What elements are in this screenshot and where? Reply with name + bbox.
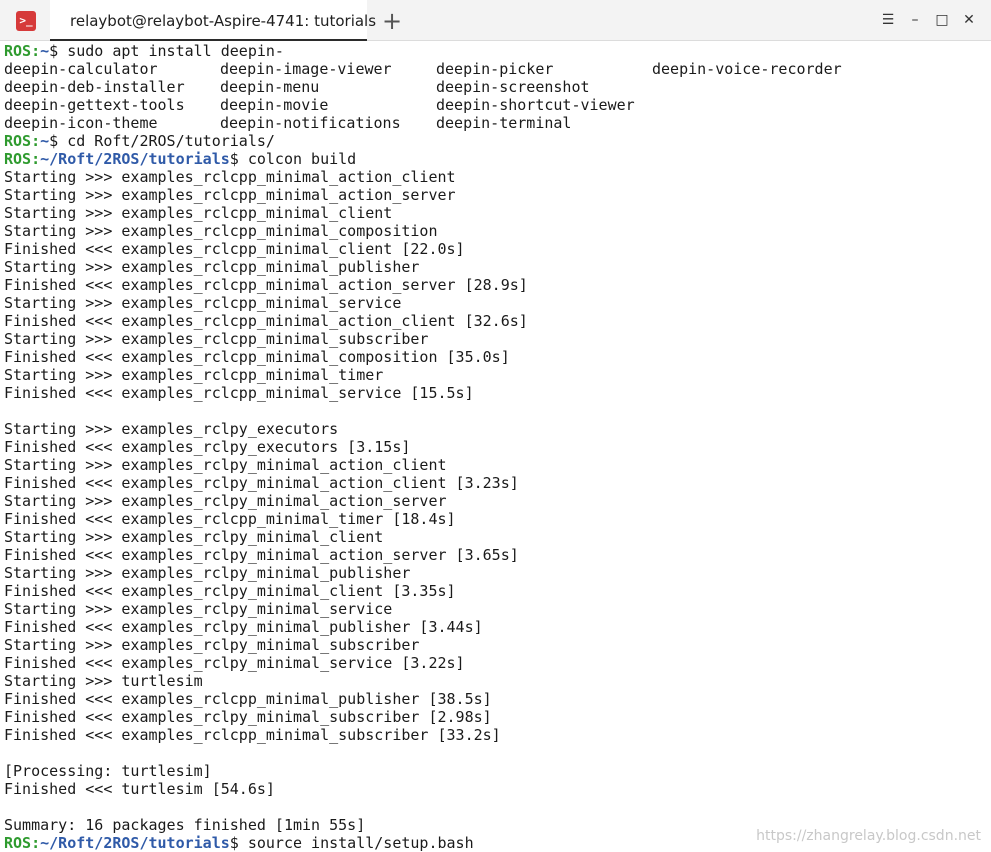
command-text: $ cd Roft/2ROS/tutorials/ bbox=[49, 132, 275, 150]
output-line: Starting >>> examples_rclpy_minimal_acti… bbox=[4, 492, 447, 510]
output-line: Starting >>> examples_rclpy_minimal_acti… bbox=[4, 456, 447, 474]
prompt-line: ROS:~/Roft/2ROS/tutorials$ colcon build bbox=[4, 150, 989, 168]
output-line: Starting >>> examples_rclpy_executors bbox=[4, 420, 339, 438]
command-text: $ sudo apt install deepin- bbox=[49, 42, 284, 60]
prompt-path: ~/Roft/2ROS/tutorials bbox=[40, 834, 230, 852]
output-line: Starting >>> examples_rclcpp_minimal_pub… bbox=[4, 258, 420, 276]
output-line: Starting >>> examples_rclpy_minimal_clie… bbox=[4, 528, 384, 546]
output-line: Starting >>> examples_rclcpp_minimal_cli… bbox=[4, 204, 393, 222]
terminal-output[interactable]: ROS:~$ sudo apt install deepin- deepin-c… bbox=[4, 42, 989, 852]
completion-item: deepin-movie bbox=[220, 96, 329, 114]
prompt-line: ROS:~$ cd Roft/2ROS/tutorials/ bbox=[4, 132, 989, 150]
output-line: Finished <<< examples_rclcpp_minimal_sub… bbox=[4, 726, 501, 744]
maximize-icon[interactable]: □ bbox=[932, 10, 952, 30]
output-line: Starting >>> examples_rclcpp_minimal_act… bbox=[4, 186, 456, 204]
output-line: Starting >>> examples_rclpy_minimal_subs… bbox=[4, 636, 420, 654]
output-line: Starting >>> examples_rclcpp_minimal_com… bbox=[4, 222, 438, 240]
completion-item: deepin-deb-installer bbox=[4, 78, 185, 96]
completion-item: deepin-shortcut-viewer bbox=[436, 96, 635, 114]
completion-item: deepin-gettext-tools bbox=[4, 96, 185, 114]
tab-title: relaybot@relaybot-Aspire-4741: tutorials bbox=[70, 12, 377, 30]
title-bar: >_ relaybot@relaybot-Aspire-4741: tutori… bbox=[0, 0, 991, 41]
prompt-user: ROS: bbox=[4, 132, 41, 150]
output-line: Finished <<< examples_rclcpp_minimal_pub… bbox=[4, 690, 492, 708]
completion-item: deepin-menu bbox=[220, 78, 320, 96]
tab-terminal[interactable]: relaybot@relaybot-Aspire-4741: tutorials bbox=[50, 0, 376, 41]
new-tab-button[interactable]: + bbox=[377, 6, 407, 36]
output-line: Finished <<< examples_rclpy_minimal_serv… bbox=[4, 654, 465, 672]
output-line: Finished <<< examples_rclcpp_minimal_com… bbox=[4, 348, 510, 366]
completion-item: deepin-calculator bbox=[4, 60, 158, 78]
close-icon[interactable]: ✕ bbox=[959, 10, 979, 30]
prompt-user: ROS: bbox=[4, 834, 41, 852]
output-line: Starting >>> examples_rclcpp_minimal_tim… bbox=[4, 366, 384, 384]
prompt-path: ~ bbox=[40, 42, 50, 60]
completion-item: deepin-picker bbox=[436, 60, 554, 78]
prompt-user: ROS: bbox=[4, 42, 41, 60]
watermark: https://zhangrelay.blog.csdn.net bbox=[756, 828, 981, 844]
command-text: $ source install/setup.bash bbox=[229, 834, 474, 852]
prompt-path: ~/Roft/2ROS/tutorials bbox=[40, 150, 230, 168]
prompt-path: ~ bbox=[40, 132, 50, 150]
output-line: [Processing: turtlesim] bbox=[4, 762, 212, 780]
output-line: Finished <<< examples_rclpy_minimal_acti… bbox=[4, 546, 519, 564]
minimize-icon[interactable]: – bbox=[905, 10, 925, 30]
prompt-user: ROS: bbox=[4, 150, 41, 168]
output-line: Finished <<< examples_rclcpp_minimal_act… bbox=[4, 312, 528, 330]
output-line: Finished <<< examples_rclcpp_minimal_cli… bbox=[4, 240, 465, 258]
prompt-line: ROS:~$ sudo apt install deepin- bbox=[4, 42, 989, 60]
output-line: Finished <<< examples_rclpy_minimal_clie… bbox=[4, 582, 456, 600]
output-line: Finished <<< examples_rclpy_executors [3… bbox=[4, 438, 411, 456]
completion-item: deepin-terminal bbox=[436, 114, 572, 132]
completion-item: deepin-icon-theme bbox=[4, 114, 158, 132]
completion-row: deepin-gettext-tools deepin-movie deepin-s… bbox=[4, 96, 989, 114]
build-output: Starting >>> examples_rclcpp_minimal_act… bbox=[4, 168, 989, 834]
output-line: Starting >>> examples_rclcpp_minimal_act… bbox=[4, 168, 456, 186]
completion-row: deepin-icon-theme deepin-notifications dee… bbox=[4, 114, 989, 132]
terminal-icon[interactable]: >_ bbox=[16, 11, 36, 31]
completion-item: deepin-screenshot bbox=[436, 78, 590, 96]
completion-row: deepin-deb-installer deepin-menu deepin-sc… bbox=[4, 78, 989, 96]
output-line: Starting >>> examples_rclpy_minimal_publ… bbox=[4, 564, 411, 582]
output-line: Starting >>> examples_rclcpp_minimal_sub… bbox=[4, 330, 429, 348]
output-line: Starting >>> turtlesim bbox=[4, 672, 203, 690]
completion-row: deepin-calculator deepin-image-viewer deep… bbox=[4, 60, 989, 78]
output-line: Finished <<< examples_rclcpp_minimal_tim… bbox=[4, 510, 456, 528]
output-line: Starting >>> examples_rclpy_minimal_serv… bbox=[4, 600, 393, 618]
output-line: Finished <<< turtlesim [54.6s] bbox=[4, 780, 275, 798]
menu-icon[interactable]: ☰ bbox=[878, 10, 898, 30]
output-line: Starting >>> examples_rclcpp_minimal_ser… bbox=[4, 294, 402, 312]
output-line: Finished <<< examples_rclpy_minimal_publ… bbox=[4, 618, 483, 636]
output-line: Finished <<< examples_rclcpp_minimal_ser… bbox=[4, 384, 474, 402]
completion-item: deepin-notifications bbox=[220, 114, 401, 132]
output-line: Finished <<< examples_rclcpp_minimal_act… bbox=[4, 276, 528, 294]
command-text: $ colcon build bbox=[229, 150, 357, 168]
completion-item: deepin-image-viewer bbox=[220, 60, 392, 78]
output-line: Finished <<< examples_rclpy_minimal_acti… bbox=[4, 474, 519, 492]
completion-item: deepin-voice-recorder bbox=[652, 60, 842, 78]
output-line: Finished <<< examples_rclpy_minimal_subs… bbox=[4, 708, 492, 726]
